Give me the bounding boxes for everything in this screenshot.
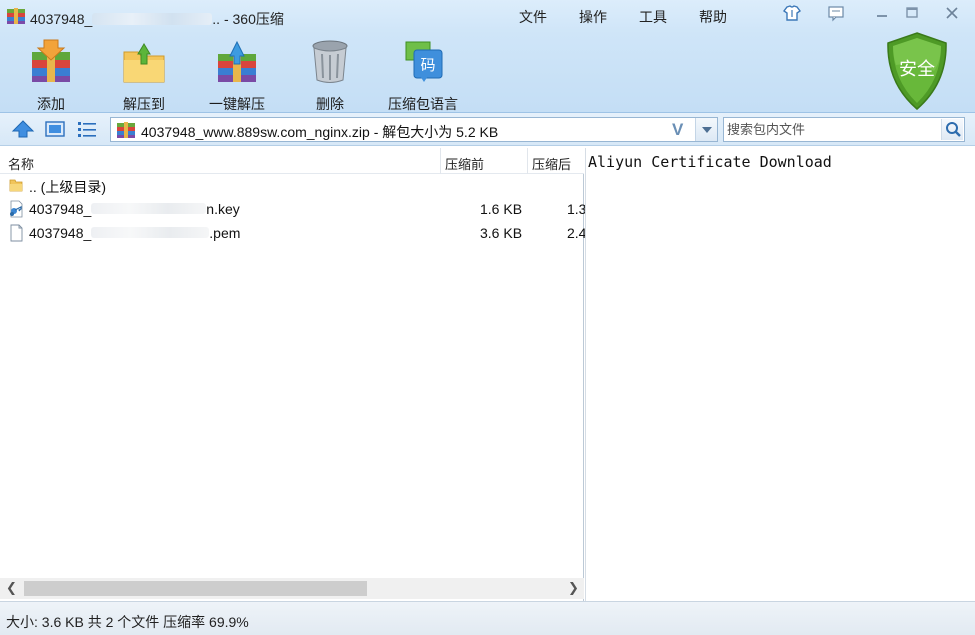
search-icon <box>946 122 961 137</box>
file-name-prefix: 4037948_ <box>29 225 92 241</box>
archive-language-button[interactable]: 码 压缩包语言 <box>383 38 463 114</box>
security-label: 安全 <box>899 59 935 80</box>
add-button[interactable]: 添加 <box>11 38 91 114</box>
status-bar: 大小: 3.6 KB 共 2 个文件 压缩率 69.9% <box>0 601 975 635</box>
add-archive-icon <box>32 39 70 82</box>
delete-button[interactable]: 删除 <box>290 38 370 114</box>
feedback-icon[interactable] <box>825 4 847 22</box>
folder-icon <box>9 179 23 192</box>
search-input[interactable] <box>727 121 937 138</box>
redacted-title-segment <box>92 13 213 25</box>
address-bar[interactable]: 4037948_www.889sw.com_nginx.zip - 解包大小为 … <box>110 117 718 142</box>
window-title-prefix: 4037948_ <box>30 11 93 27</box>
redacted-name-segment <box>91 227 210 238</box>
archive-app-icon <box>7 8 25 24</box>
thumbnail-view-icon[interactable] <box>43 119 67 139</box>
column-separator[interactable] <box>527 148 528 174</box>
skin-shirt-icon[interactable] <box>781 4 803 22</box>
file-icon <box>10 224 23 242</box>
one-click-extract-button[interactable]: 一键解压 <box>197 38 277 114</box>
add-button-label: 添加 <box>37 96 65 112</box>
address-row: 4037948_www.889sw.com_nginx.zip - 解包大小为 … <box>0 113 975 146</box>
horizontal-scrollbar[interactable]: ❮ ❯ <box>0 578 584 599</box>
header-area: 4037948_ .. - 360压缩 文件 操作 工具 帮助 添加 解压到 一键… <box>0 0 975 113</box>
file-name-prefix: 4037948_ <box>29 201 92 217</box>
menu-operation[interactable]: 操作 <box>579 7 607 27</box>
address-dropdown-button[interactable] <box>695 118 717 141</box>
file-list-header: 名称 压缩前 压缩后 <box>0 148 584 174</box>
size-before: 1.6 KB <box>480 201 523 217</box>
encoding-language-icon: 码 <box>405 41 443 82</box>
file-name-suffix: .pem <box>209 225 241 241</box>
file-name: 4037948_ .pem <box>29 225 240 241</box>
redacted-name-segment <box>91 203 207 214</box>
size-after: 2.4 <box>567 225 587 241</box>
preview-text: Aliyun Certificate Download <box>588 153 832 171</box>
column-name-header[interactable]: 名称 <box>8 154 34 173</box>
up-level-icon[interactable] <box>11 119 35 139</box>
column-after-header[interactable]: 压缩后 <box>532 154 571 173</box>
column-separator[interactable] <box>440 148 441 174</box>
window-title-suffix: .. - 360压缩 <box>212 11 284 27</box>
file-name-suffix: n.key <box>206 201 240 217</box>
column-before-header[interactable]: 压缩前 <box>445 154 484 173</box>
title-bar: 4037948_ .. - 360压缩 文件 操作 工具 帮助 <box>0 0 975 30</box>
search-button[interactable] <box>941 119 963 140</box>
size-before: 3.6 KB <box>480 225 523 241</box>
extract-folder-icon <box>123 43 165 83</box>
list-row-pem-file[interactable]: 4037948_ .pem 3.6 KB 2.4 <box>0 221 587 245</box>
address-verify-mark[interactable]: V <box>672 120 683 140</box>
one-click-extract-icon <box>218 40 256 82</box>
file-name: .. (上级目录) <box>29 179 106 195</box>
scroll-right-arrow-icon[interactable]: ❯ <box>568 580 579 596</box>
list-row-parent-dir[interactable]: .. (上级目录) <box>0 173 584 197</box>
address-path: 4037948_www.889sw.com_nginx.zip - 解包大小为 … <box>141 124 499 140</box>
minimize-icon[interactable] <box>871 4 893 22</box>
maximize-icon[interactable] <box>901 4 923 22</box>
scrollbar-thumb[interactable] <box>24 581 367 596</box>
search-box <box>723 117 965 142</box>
preview-pane: Aliyun Certificate Download <box>585 148 975 601</box>
archive-language-button-label: 压缩包语言 <box>388 96 458 112</box>
file-name: 4037948_ n.key <box>29 201 240 217</box>
zip-archive-icon <box>117 122 135 138</box>
one-click-extract-button-label: 一键解压 <box>209 96 265 112</box>
menu-file[interactable]: 文件 <box>519 7 547 27</box>
status-text: 大小: 3.6 KB 共 2 个文件 压缩率 69.9% <box>6 614 249 630</box>
size-after: 1.3 <box>567 201 587 217</box>
menu-help[interactable]: 帮助 <box>699 7 727 27</box>
security-shield-icon[interactable]: 安全 <box>884 31 950 111</box>
list-view-icon[interactable] <box>75 119 99 139</box>
menu-tools[interactable]: 工具 <box>639 7 667 27</box>
file-list-pane: 名称 压缩前 压缩后 .. (上级目录) 4037948_ n.key 1.6 K… <box>0 148 587 601</box>
key-file-icon <box>10 200 23 218</box>
scroll-left-arrow-icon[interactable]: ❮ <box>6 580 17 596</box>
delete-button-label: 删除 <box>316 96 344 112</box>
extract-to-button[interactable]: 解压到 <box>104 38 184 114</box>
extract-to-button-label: 解压到 <box>123 96 165 112</box>
window-title: 4037948_ .. - 360压缩 <box>30 9 284 29</box>
close-icon[interactable] <box>941 4 963 22</box>
list-row-key-file[interactable]: 4037948_ n.key 1.6 KB 1.3 <box>0 197 587 221</box>
language-icon-glyph: 码 <box>420 56 435 74</box>
trash-bin-icon <box>312 40 348 83</box>
